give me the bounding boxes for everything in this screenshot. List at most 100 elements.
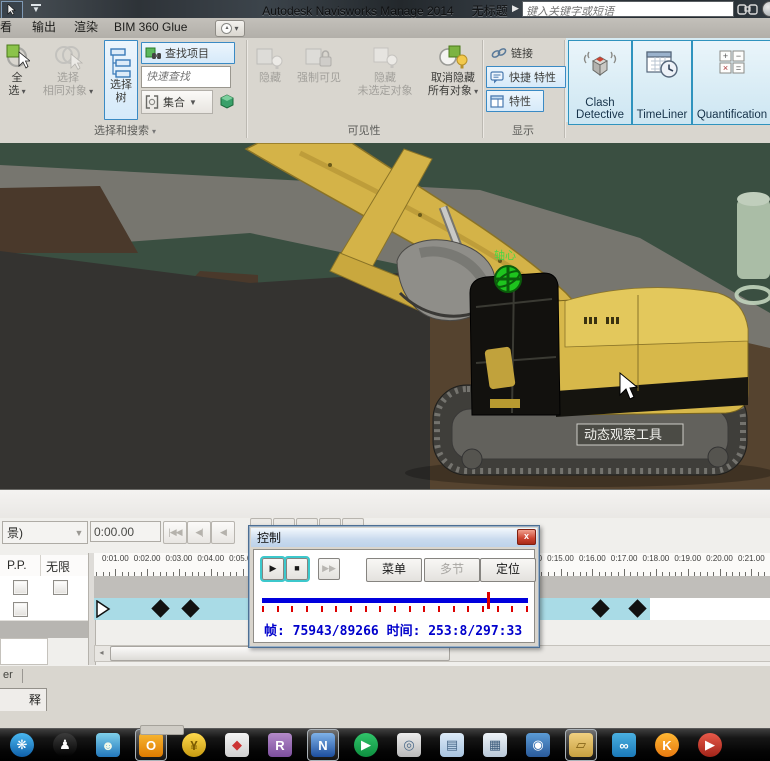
kugou-icon[interactable]: K: [655, 733, 679, 757]
player-orb-icon[interactable]: ▶: [698, 733, 722, 757]
dialog-skip-button[interactable]: ▶▶: [318, 558, 340, 580]
progress-tick: [467, 606, 470, 612]
title-bar: ▼ Autodesk Navisworks Manage 2014 无标题 ▶: [0, 0, 770, 19]
select-all-button[interactable]: 全 选 ▾: [2, 42, 32, 98]
properties-button[interactable]: 特性: [486, 90, 544, 112]
notepad-icon[interactable]: ▤: [440, 733, 464, 757]
tab-render[interactable]: 渲染: [68, 18, 104, 37]
control-dialog[interactable]: 控制 x ▶ ■ ▶▶ 菜单 多节 定位 帧: 75943/89266 时间: …: [248, 525, 540, 648]
file-search-icon[interactable]: ◉: [526, 733, 550, 757]
clash-detective-icon: [583, 51, 617, 76]
ruler-tick: [560, 569, 562, 576]
infinite-checkbox-row1[interactable]: [53, 580, 68, 595]
panel-caption-select-search[interactable]: 选择和搜索 ▾: [30, 124, 220, 139]
pp-checkbox-row1[interactable]: [13, 580, 28, 595]
select-all-icon: [6, 44, 30, 69]
time-position-field[interactable]: [90, 521, 161, 542]
tab-bim360glue[interactable]: BIM 360 Glue: [108, 18, 193, 37]
ruler-label: 0:16.00: [578, 554, 606, 563]
time-value: 253:8/297:33: [428, 624, 523, 639]
panel-caption-display[interactable]: 显示: [482, 124, 564, 139]
unhide-all-icon: [439, 45, 468, 69]
chain-app-icon[interactable]: ∞: [612, 733, 636, 757]
hide-button[interactable]: 隐藏: [251, 44, 289, 85]
link-icon: [491, 48, 507, 58]
viewport-3d[interactable]: 轴心 动态观察工具: [0, 143, 770, 489]
close-icon[interactable]: x: [517, 529, 536, 545]
tab-comments-partial[interactable]: 释: [0, 688, 47, 711]
orbit-tooltip-text: 动态观察工具: [584, 427, 662, 442]
calculator-icon[interactable]: ▦: [483, 733, 507, 757]
hidden-window-edge[interactable]: [140, 725, 184, 735]
navisworks-app-icon-frame[interactable]: N: [307, 729, 339, 761]
lower-dock-bar: er 释: [0, 666, 770, 728]
timeline-scroll-thumb[interactable]: [110, 646, 450, 661]
gold-coin-icon[interactable]: ¥: [182, 733, 206, 757]
play-reverse-button[interactable]: ◀: [211, 521, 235, 544]
panel-title-partial: er: [3, 669, 13, 681]
ribbon-minimize-toggle[interactable]: ▴ ▾: [215, 20, 245, 37]
dialog-multi-button[interactable]: 多节: [424, 558, 480, 582]
scroll-left-icon[interactable]: ◂: [95, 646, 108, 659]
magnifier-tool-icon[interactable]: ◎: [397, 733, 421, 757]
dialog-locate-button[interactable]: 定位: [480, 558, 536, 582]
green-play-icon[interactable]: ▶: [354, 733, 378, 757]
tab-view-partial[interactable]: 看: [0, 18, 18, 37]
selection-tree-button[interactable]: 选择 树: [104, 40, 138, 120]
require-button[interactable]: 强制可见: [293, 44, 345, 85]
require-lock-icon: [305, 48, 332, 67]
ruler-tick: [592, 569, 594, 576]
hide-unselected-icon: [373, 47, 398, 68]
messenger-icon[interactable]: ☻: [96, 733, 120, 757]
progress-tick: [335, 606, 338, 612]
navisworks-app-icon[interactable]: N: [311, 733, 335, 757]
progress-tick: [394, 606, 396, 612]
sets-manager-button[interactable]: [212, 90, 242, 112]
quantification-button[interactable]: + − × = Quantification: [692, 40, 770, 125]
media-orb-icon[interactable]: ❋: [10, 733, 34, 757]
pp-checkbox-row2[interactable]: [13, 602, 28, 617]
clash-detective-button[interactable]: Clash Detective: [568, 40, 632, 125]
tab-output[interactable]: 输出: [26, 18, 62, 37]
qq-penguin-icon[interactable]: ♟: [53, 733, 77, 757]
dialog-menu-button[interactable]: 菜单: [366, 558, 422, 582]
explorer-folder-icon[interactable]: ▱: [569, 733, 593, 757]
ribbon-tab-row: 看 输出 渲染 BIM 360 Glue ▴ ▾: [0, 18, 770, 39]
dialog-progress-marker[interactable]: [487, 592, 491, 609]
progress-tick: [511, 606, 514, 612]
dialog-stop-button[interactable]: ■: [284, 556, 310, 582]
timeliner-button[interactable]: TimeLiner: [632, 40, 692, 125]
tree-edit-cell[interactable]: [0, 638, 48, 665]
scene-select-dropdown[interactable]: 景) ▼: [2, 521, 88, 544]
panel-caption-visibility[interactable]: 可见性: [246, 124, 482, 139]
r-app-icon[interactable]: R: [268, 733, 292, 757]
ruler-tick: [178, 569, 180, 576]
find-items-button[interactable]: 查找项目: [141, 42, 235, 64]
binoculars-search-icon[interactable]: [737, 1, 759, 16]
sets-manager-icon: [220, 94, 234, 109]
app-title: Autodesk Navisworks Manage 2014: [262, 4, 454, 18]
quick-properties-button[interactable]: 快捷 特性: [486, 66, 566, 88]
outlook-o-icon[interactable]: O: [139, 733, 163, 757]
rewind-button[interactable]: |◀◀: [163, 521, 187, 544]
ruler-tick: [687, 569, 689, 576]
media-note-icon[interactable]: ◆: [225, 733, 249, 757]
quantification-icon: + − × =: [719, 50, 745, 74]
ruler-label: 0:01.00: [101, 554, 129, 563]
explorer-folder-icon-frame[interactable]: ▱: [565, 729, 597, 761]
select-same-button[interactable]: 选择 相同对象 ▾: [36, 42, 100, 98]
search-expand-icon[interactable]: ▶: [512, 3, 519, 14]
step-back-button[interactable]: ◀|: [187, 521, 211, 544]
panel-title-separator: [22, 669, 23, 683]
control-dialog-titlebar[interactable]: 控制: [251, 528, 537, 547]
links-button[interactable]: 链接: [488, 44, 564, 62]
help-search-input[interactable]: [523, 6, 739, 18]
unhide-all-button[interactable]: 取消隐藏 所有对象 ▾: [425, 44, 481, 98]
progress-tick: [276, 606, 279, 612]
sets-button[interactable]: 集合 ▼: [141, 90, 213, 114]
progress-tick: [306, 606, 308, 612]
excavator-cab: [469, 272, 561, 416]
dialog-play-button[interactable]: ▶: [260, 556, 286, 582]
hide-unselected-button[interactable]: 隐藏 未选定对象: [347, 44, 423, 98]
progress-tick: [364, 606, 367, 612]
